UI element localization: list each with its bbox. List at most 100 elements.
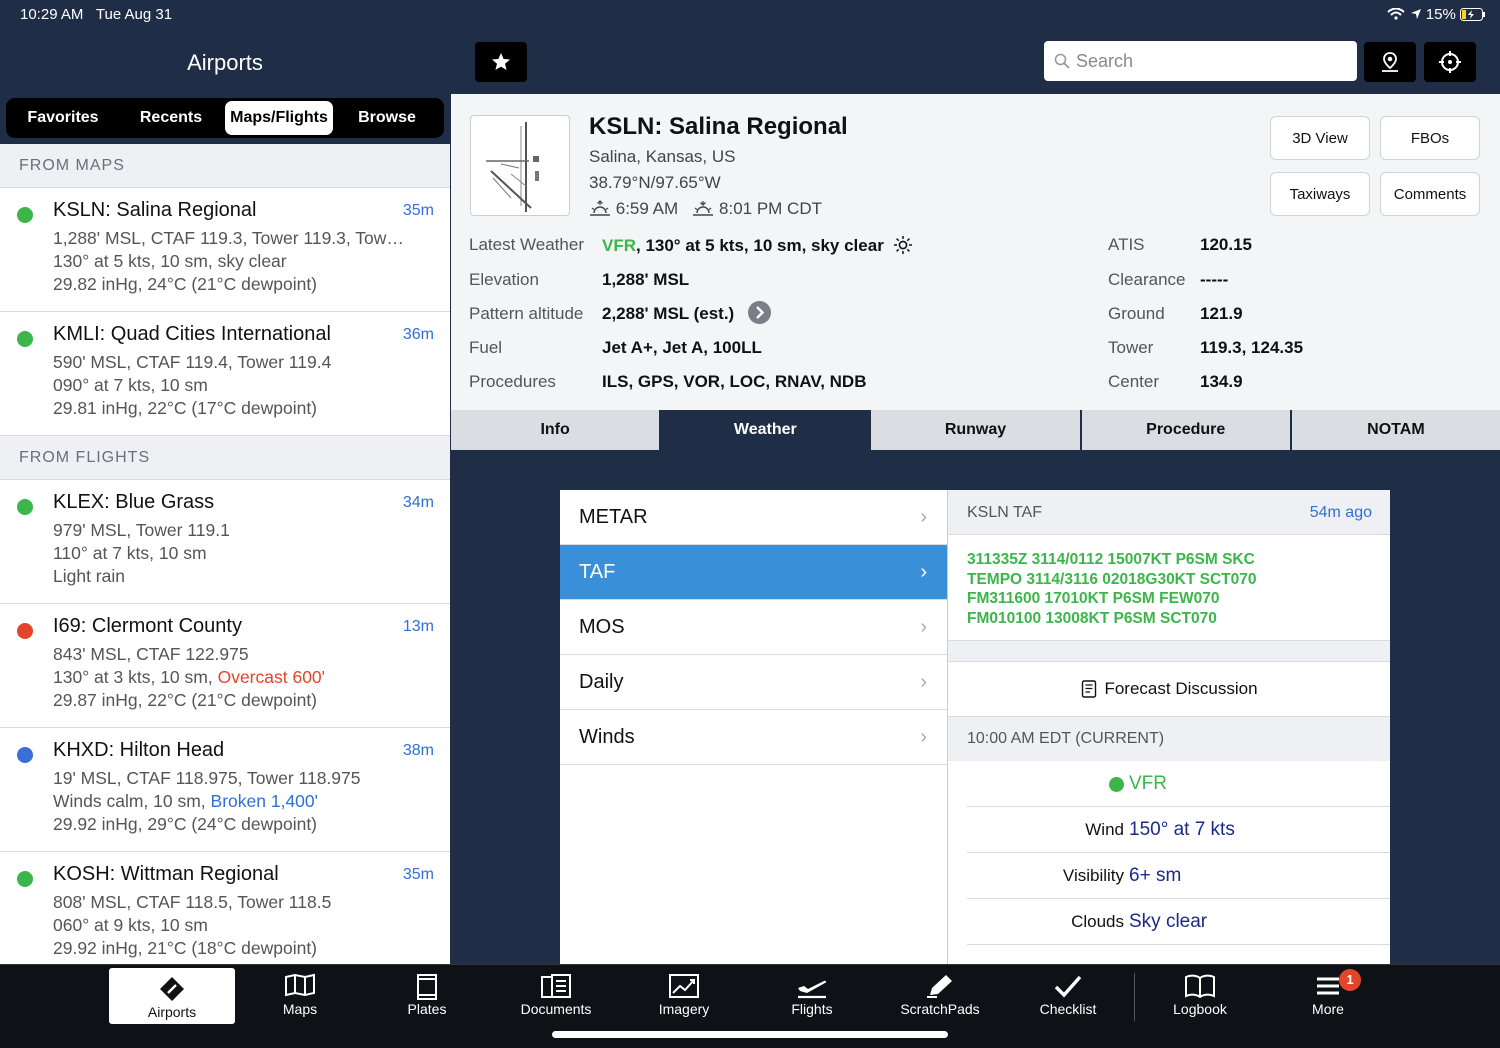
sun-times: 6:59 AM 8:01 PM CDT (589, 199, 822, 219)
tab-runway[interactable]: Runway (871, 410, 1080, 450)
status-indicators: 15% (1387, 6, 1486, 23)
fbos-button[interactable]: FBOs (1380, 116, 1480, 160)
wx-item-metar[interactable]: METAR › (560, 490, 947, 545)
tabbar-label: Logbook (1173, 1001, 1227, 1017)
airport-name: KHXD: Hilton Head (53, 739, 225, 761)
airport-diagram-thumbnail[interactable] (470, 115, 570, 216)
tabbar-scratchpads[interactable]: ScratchPads (877, 965, 1003, 1025)
segment-favorites[interactable]: Favorites (9, 101, 117, 135)
taf-row-label: Visibility (1062, 866, 1124, 885)
chevron-right-icon: › (920, 561, 927, 583)
status-dot (17, 499, 33, 515)
wx-item-daily[interactable]: Daily › (560, 655, 947, 710)
list-item[interactable]: KMLI: Quad Cities International 36m 590'… (0, 312, 450, 436)
logbook-icon (1185, 974, 1215, 999)
tabbar-label: Plates (407, 1001, 447, 1017)
airport-age: 34m (402, 494, 434, 511)
tab-info[interactable]: Info (451, 410, 660, 450)
pattern-altitude-label: Pattern altitude (469, 304, 584, 323)
list-item[interactable]: KOSH: Wittman Regional 35m 808' MSL, CTA… (0, 852, 450, 964)
wx-item-taf[interactable]: TAF › (560, 545, 947, 600)
taf-detail: KSLN TAF 54m ago 311335Z 3114/0112 15007… (947, 490, 1390, 964)
tabbar-more[interactable]: More 1 (1265, 965, 1391, 1025)
comments-button[interactable]: Comments (1380, 172, 1480, 216)
home-indicator (552, 1031, 948, 1038)
taf-line: 311335Z 3114/0112 15007KT P6SM SKC (967, 551, 1255, 568)
chevron-right-icon: › (920, 506, 927, 528)
segment-browse[interactable]: Browse (333, 101, 441, 135)
taf-row-value: 150° at 7 kts (1129, 819, 1235, 840)
tabbar-imagery[interactable]: Imagery (621, 965, 747, 1025)
latest-weather-label: Latest Weather (469, 235, 584, 254)
sunrise-time: 6:59 AM (615, 199, 679, 218)
search-icon (1054, 53, 1070, 69)
wx-item-winds[interactable]: Winds › (560, 710, 947, 765)
time-text: 10:29 AM (20, 6, 84, 23)
freq-value-center[interactable]: 134.9 (1200, 372, 1243, 392)
freq-value-atis[interactable]: 120.15 (1200, 235, 1252, 255)
tabbar-flights[interactable]: Flights (749, 965, 875, 1025)
imagery-icon (669, 974, 699, 998)
taxiways-button[interactable]: Taxiways (1270, 172, 1370, 216)
status-time: 10:29 AM Tue Aug 31 (20, 6, 172, 23)
airport-name: KMLI: Quad Cities International (53, 323, 331, 345)
procedures-value: ILS, GPS, VOR, LOC, RNAV, NDB (602, 372, 867, 391)
airport-age: 38m (402, 742, 434, 759)
search-input[interactable]: Search (1044, 41, 1357, 81)
tabbar-documents[interactable]: Documents (493, 965, 619, 1025)
freq-value-ground[interactable]: 121.9 (1200, 304, 1243, 324)
favorite-star-button[interactable] (475, 42, 527, 82)
map-pin-button[interactable] (1364, 42, 1416, 82)
tabbar-checklist[interactable]: Checklist (1005, 965, 1131, 1025)
list-item[interactable]: KSLN: Salina Regional 35m 1,288' MSL, CT… (0, 188, 450, 312)
status-dot (17, 207, 33, 223)
forecast-discussion-label: Forecast Discussion (1104, 679, 1258, 698)
segment-recents[interactable]: Recents (117, 101, 225, 135)
tab-weather[interactable]: Weather (661, 410, 870, 450)
tabbar-divider (1134, 973, 1135, 1021)
airport-line1: 808' MSL, CTAF 118.5, Tower 118.5 (53, 892, 332, 912)
tabbar-airports[interactable]: Airports (109, 968, 235, 1024)
airport-diagram-icon (486, 122, 539, 212)
tabbar-plates[interactable]: Plates (364, 965, 490, 1025)
flight-category: VFR (602, 236, 636, 255)
segment-maps-flights[interactable]: Maps/Flights (225, 101, 333, 135)
tabbar-label: Documents (520, 1001, 592, 1017)
sunset-time: 8:01 PM CDT (719, 199, 822, 218)
tabbar-label: More (1312, 1001, 1344, 1017)
locate-button[interactable] (1424, 42, 1476, 82)
latest-weather-value[interactable]: VFR, 130° at 5 kts, 10 sm, sky clear (602, 235, 913, 256)
wifi-icon (1387, 7, 1406, 20)
tab-procedure[interactable]: Procedure (1081, 410, 1290, 450)
plates-icon (417, 974, 437, 1000)
chevron-right-icon: › (920, 726, 927, 748)
pattern-altitude-value: 2,288' MSL (est.) (602, 304, 735, 323)
elevation-label: Elevation (469, 270, 539, 289)
tabbar-logbook[interactable]: Logbook (1137, 965, 1263, 1025)
status-dot (17, 623, 33, 639)
3d-view-button[interactable]: 3D View (1270, 116, 1370, 160)
wx-item-mos[interactable]: MOS › (560, 600, 947, 655)
list-item[interactable]: KHXD: Hilton Head 38m 19' MSL, CTAF 118.… (0, 728, 450, 852)
airport-line2: Winds calm, 10 sm, Broken 1,400' (53, 791, 435, 812)
freq-label-ground: Ground (1108, 304, 1165, 323)
tabbar-maps[interactable]: Maps (237, 965, 363, 1025)
airport-line2: 060° at 9 kts, 10 sm (53, 915, 208, 935)
tab-notam[interactable]: NOTAM (1291, 410, 1500, 450)
document-icon (1082, 680, 1097, 698)
freq-label-atis: ATIS (1108, 235, 1145, 254)
freq-value-clearance[interactable]: ----- (1200, 270, 1228, 290)
pattern-info-button[interactable] (748, 301, 771, 324)
forecast-discussion-button[interactable]: Forecast Discussion (948, 661, 1390, 717)
freq-value-tower[interactable]: 119.3, 124.35 (1200, 338, 1303, 358)
list-item[interactable]: KLEX: Blue Grass 34m 979' MSL, Tower 119… (0, 480, 450, 604)
status-dot (17, 871, 33, 887)
taf-row-label: Wind (1085, 820, 1124, 839)
taf-line: FM010100 13008KT P6SM SCT070 (967, 609, 1217, 627)
list-item[interactable]: I69: Clermont County 13m 843' MSL, CTAF … (0, 604, 450, 728)
status-dot (17, 747, 33, 763)
map-book-icon (285, 973, 315, 997)
airport-ceiling: Broken 1,400' (210, 791, 318, 811)
airport-name: I69: Clermont County (53, 615, 242, 637)
airport-line2-text: 130° at 3 kts, 10 sm, (53, 667, 218, 687)
